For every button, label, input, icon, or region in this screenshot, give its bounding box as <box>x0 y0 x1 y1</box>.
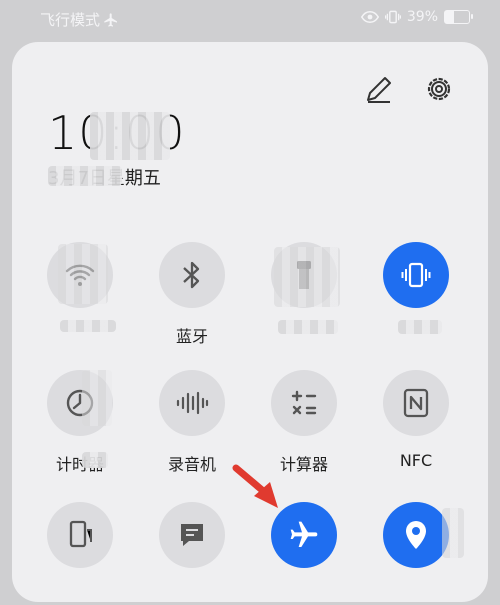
redaction-overlay <box>82 452 108 468</box>
location-button[interactable] <box>383 502 449 568</box>
phone-link-button[interactable] <box>47 502 113 568</box>
redaction-overlay <box>442 508 464 558</box>
battery-fill <box>445 11 455 23</box>
tile-phone-link[interactable] <box>25 502 135 605</box>
settings-button[interactable] <box>422 72 456 106</box>
eye-comfort-icon <box>360 10 379 24</box>
phone-link-icon <box>69 520 92 548</box>
airplane-mode-icon <box>104 12 118 27</box>
edit-button[interactable] <box>362 72 396 106</box>
tile-label: 录音机 <box>167 455 216 474</box>
tile-label <box>361 583 471 605</box>
message-icon <box>181 524 203 546</box>
tile-label <box>137 583 247 605</box>
tile-label: NFC <box>399 451 433 470</box>
redaction-overlay <box>60 320 116 332</box>
location-icon <box>406 521 426 549</box>
tile-notes[interactable] <box>137 502 247 605</box>
calculator-button[interactable] <box>271 370 337 436</box>
redaction-overlay <box>398 320 442 334</box>
battery-percent: 39% <box>406 9 438 25</box>
tile-label <box>25 583 135 605</box>
bluetooth-icon <box>183 261 200 289</box>
airplane-mode-label: 飞行模式 <box>40 11 101 29</box>
vibrate-status-icon <box>384 10 401 24</box>
status-left: 飞行模式 <box>40 9 119 30</box>
nfc-icon <box>403 388 429 418</box>
notes-button[interactable] <box>159 502 225 568</box>
tile-bluetooth[interactable]: 蓝牙 <box>137 242 247 346</box>
redaction-overlay <box>58 244 108 304</box>
redaction-overlay <box>278 320 338 334</box>
waveform-icon <box>176 391 209 415</box>
recorder-button[interactable] <box>159 370 225 436</box>
redaction-overlay <box>82 370 112 426</box>
annotation-arrow-icon <box>232 464 278 508</box>
tile-recorder[interactable]: 录音机 <box>137 370 247 474</box>
control-panel: 10:00 3月7日星期五 蓝牙 <box>12 42 488 602</box>
redaction-overlay <box>90 112 170 160</box>
tile-airplane[interactable] <box>249 502 359 605</box>
gear-icon <box>427 77 451 101</box>
tile-calculator[interactable]: 计算器 <box>249 370 359 474</box>
calculator-icon <box>291 390 317 415</box>
status-bar: 飞行模式 39% <box>0 0 500 38</box>
vibrate-button[interactable] <box>383 242 449 308</box>
tile-timer[interactable]: 计时器 <box>25 370 135 474</box>
tile-label: 蓝牙 <box>175 327 208 346</box>
airplane-icon <box>290 521 318 547</box>
pencil-icon <box>367 77 391 103</box>
bluetooth-button[interactable] <box>159 242 225 308</box>
redaction-overlay <box>48 166 122 186</box>
vibrate-icon <box>401 262 431 288</box>
tile-label: 计时器 <box>55 455 104 474</box>
panel-actions <box>362 72 456 106</box>
battery-icon <box>444 10 473 24</box>
tile-label <box>249 583 359 605</box>
status-right: 39% <box>360 9 473 25</box>
redaction-overlay <box>274 247 340 307</box>
nfc-button[interactable] <box>383 370 449 436</box>
tile-nfc[interactable]: NFC <box>361 370 471 473</box>
